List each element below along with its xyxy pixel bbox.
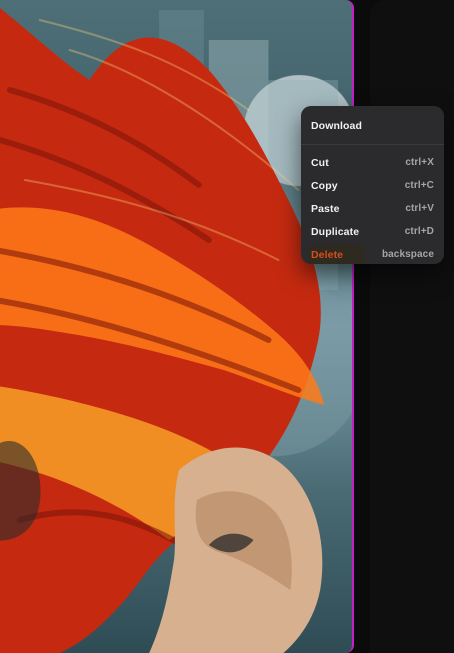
menu-item-shortcut: backspace — [381, 249, 434, 260]
menu-item-cut[interactable]: Cut ctrl+X — [311, 151, 434, 174]
menu-item-delete[interactable]: Delete backspace — [309, 243, 434, 266]
image-canvas[interactable] — [0, 0, 354, 653]
menu-item-download[interactable]: Download — [311, 114, 434, 137]
menu-item-label: Copy — [311, 179, 338, 192]
menu-item-paste[interactable]: Paste ctrl+V — [311, 197, 434, 220]
menu-item-label: Cut — [311, 156, 329, 169]
menu-item-shortcut: ctrl+C — [404, 180, 434, 191]
menu-item-duplicate[interactable]: Duplicate ctrl+D — [311, 220, 434, 243]
menu-item-label: Paste — [311, 202, 340, 215]
menu-item-label: Delete — [311, 248, 344, 261]
artwork-illustration — [0, 8, 339, 653]
menu-item-shortcut: ctrl+X — [405, 157, 434, 168]
menu-item-label: Download — [311, 119, 362, 132]
menu-item-shortcut: ctrl+V — [405, 203, 434, 214]
menu-divider — [301, 144, 444, 145]
menu-item-shortcut: ctrl+D — [404, 226, 434, 237]
app-root: Download Cut ctrl+X Copy ctrl+C Paste ct… — [0, 0, 454, 653]
side-panel — [370, 0, 454, 653]
menu-item-label: Duplicate — [311, 225, 360, 238]
context-menu: Download Cut ctrl+X Copy ctrl+C Paste ct… — [301, 106, 444, 264]
menu-item-copy[interactable]: Copy ctrl+C — [311, 174, 434, 197]
